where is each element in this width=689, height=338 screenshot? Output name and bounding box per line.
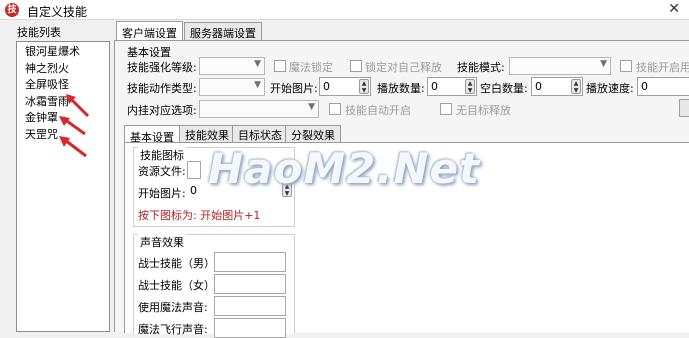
magic-lock-label: 魔法锁定 xyxy=(289,61,333,74)
subtab-target-status[interactable]: 目标状态 xyxy=(232,125,288,142)
magic-lock-checkbox[interactable] xyxy=(274,60,286,72)
sound-effect-group-title: 声音效果 xyxy=(138,234,186,250)
blank-count-stepper[interactable]: 0 ▲ ▼ xyxy=(531,77,583,96)
spin-arrows-icon[interactable]: ▲ ▼ xyxy=(282,182,292,197)
no-target-label: 无目标释放 xyxy=(456,104,511,117)
red-arrow-icon xyxy=(59,136,87,158)
start-image-value: 0 xyxy=(323,80,330,93)
icon-hint-text: 按下图标为: 开始图片+1 xyxy=(138,209,261,222)
magic-flight-sound-input[interactable] xyxy=(214,318,286,338)
self-lock-checkbox[interactable] xyxy=(350,60,362,72)
client-settings-pane: 基本设置 技能强化等级: ▼ 魔法锁定 锁定对自己释放 技能模式: ▼ 技能开启… xyxy=(114,40,689,338)
skill-list[interactable]: 银河星爆术 神之烈火 全屏吸怪 冰霜雪雨 金钟罩 天罡咒 xyxy=(16,41,110,332)
skill-icon-group: 技能图标 资源文件: 开始图片: 0 ▲ ▼ 按下图标为: 开始图片+1 xyxy=(133,147,295,227)
list-item[interactable]: 银河星爆术 xyxy=(17,44,109,61)
play-count-stepper[interactable]: 0 ▲ ▼ xyxy=(427,77,477,96)
skill-on-cast-label: 技能开启用后不 xyxy=(636,61,689,74)
warrior-male-sound-label: 战士技能（男）: xyxy=(138,257,219,270)
subtab-effect[interactable]: 技能效果 xyxy=(179,125,235,142)
start-image-stepper[interactable]: 0 ▲ ▼ xyxy=(319,77,371,96)
self-lock-label: 锁定对自己释放 xyxy=(365,61,442,74)
spin-arrows-icon[interactable]: ▲ ▼ xyxy=(571,79,581,94)
play-count-value: 0 xyxy=(431,80,438,93)
skill-on-cast-checkbox[interactable] xyxy=(620,60,632,72)
subtab-split-effect[interactable]: 分裂效果 xyxy=(285,125,341,142)
chevron-down-icon: ▼ xyxy=(600,59,607,69)
subtab-basic[interactable]: 基本设置 xyxy=(124,125,180,144)
magic-flight-sound-label: 魔法飞行声音: xyxy=(138,323,208,336)
skill-app-icon: 技 xyxy=(5,3,19,17)
spin-arrows-icon[interactable]: ▲ ▼ xyxy=(359,79,369,94)
play-speed-stepper[interactable]: 0 xyxy=(637,77,689,96)
blank-count-value: 0 xyxy=(535,80,542,93)
cast-magic-sound-input[interactable] xyxy=(214,296,286,316)
hook-option-label: 内挂对应选项: xyxy=(127,104,197,117)
cast-magic-sound-label: 使用魔法声音: xyxy=(138,301,208,314)
skill-level-label: 技能强化等级: xyxy=(127,61,197,74)
action-type-select[interactable]: ▼ xyxy=(199,78,265,96)
skill-level-select[interactable]: ▼ xyxy=(199,57,265,75)
window-title: 自定义技能 xyxy=(27,5,88,19)
close-icon[interactable]: ✕ xyxy=(668,1,680,17)
icon-start-image-stepper[interactable]: ▲ ▼ xyxy=(279,182,292,199)
skill-mode-select[interactable]: ▼ xyxy=(509,57,611,75)
top-tab-bar: 客户端设置 服务器端设置 xyxy=(114,21,689,41)
blank-count-label: 空白数量: xyxy=(480,82,528,95)
tab-client-settings[interactable]: 客户端设置 xyxy=(116,21,183,41)
play-count-label: 播放数量: xyxy=(377,82,425,95)
spin-arrows-icon[interactable]: ▲ ▼ xyxy=(465,79,475,94)
resource-file-label: 资源文件: xyxy=(138,165,186,178)
basic-subtab-pane: 技能图标 资源文件: 开始图片: 0 ▲ ▼ 按下图标为: 开始图片+1 声音效果… xyxy=(124,142,689,338)
icon-start-image-value[interactable]: 0 xyxy=(190,184,197,197)
warrior-female-sound-label: 战士技能（女）: xyxy=(138,279,219,292)
play-speed-label: 播放速度: xyxy=(586,82,634,95)
chevron-down-icon: ▼ xyxy=(308,102,315,112)
skill-list-title: 技能列表 xyxy=(17,26,61,39)
chevron-down-icon: ▼ xyxy=(254,80,261,90)
skill-list-panel: 技能列表 银河星爆术 神之烈火 全屏吸怪 冰霜雪雨 金钟罩 天罡咒 xyxy=(0,22,112,332)
sound-effect-group: 声音效果 战士技能（男）: 战士技能（女）: 使用魔法声音: 魔法飞行声音: xyxy=(133,234,295,338)
action-type-label: 技能动作类型: xyxy=(127,82,197,95)
chevron-down-icon: ▼ xyxy=(254,59,261,69)
skill-icon-group-title: 技能图标 xyxy=(138,147,186,163)
skill-mode-label: 技能模式: xyxy=(457,61,505,74)
icon-start-image-label: 开始图片: xyxy=(138,187,186,200)
tab-server-settings[interactable]: 服务器端设置 xyxy=(184,22,262,41)
basic-settings-title: 基本设置 xyxy=(127,46,171,59)
list-item[interactable]: 神之烈火 xyxy=(17,61,109,78)
hook-option-select[interactable]: ▼ xyxy=(199,100,319,118)
warrior-female-sound-input[interactable] xyxy=(214,274,286,294)
title-bar: 技 自定义技能 ✕ xyxy=(0,0,689,20)
auto-enable-label: 技能自动开启 xyxy=(345,104,411,117)
resource-file-input[interactable] xyxy=(187,161,201,179)
start-image-label: 开始图片: xyxy=(270,82,318,95)
play-speed-value: 0 xyxy=(641,80,648,93)
no-target-checkbox[interactable] xyxy=(440,103,452,115)
warrior-male-sound-input[interactable] xyxy=(214,252,286,272)
side-button[interactable] xyxy=(679,99,689,117)
auto-enable-checkbox[interactable] xyxy=(329,103,341,115)
